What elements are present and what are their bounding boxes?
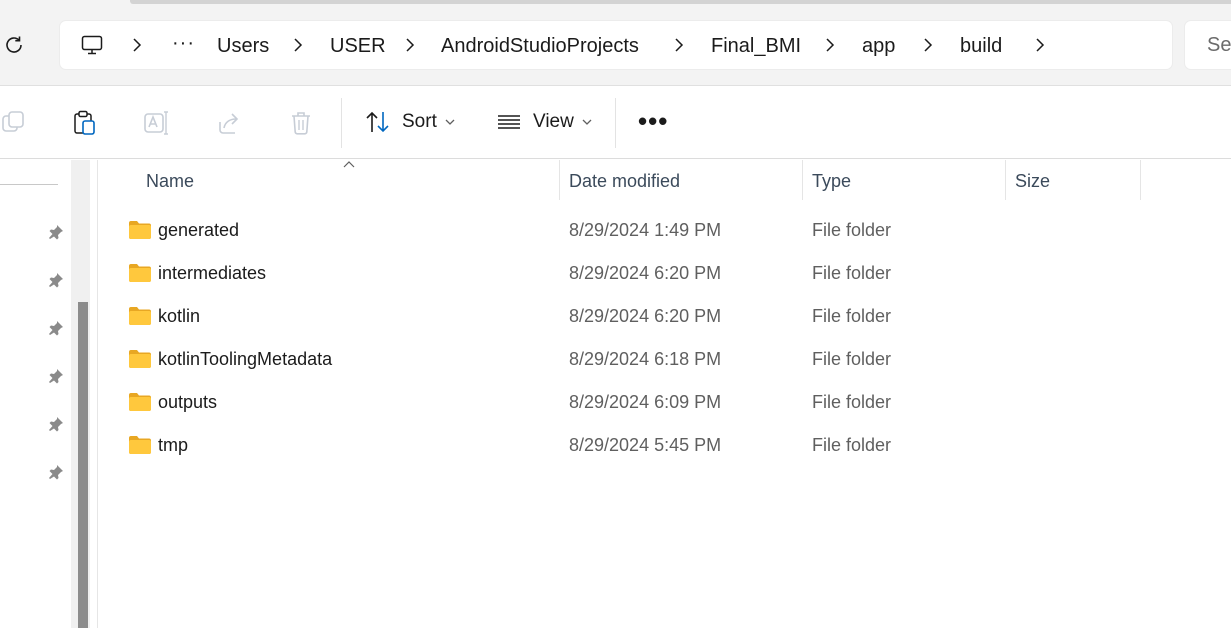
column-header-name[interactable]: Name xyxy=(146,171,194,192)
file-date: 8/29/2024 6:09 PM xyxy=(569,392,722,412)
folder-icon xyxy=(129,307,151,325)
breadcrumb-item-build[interactable]: build xyxy=(960,34,1002,58)
file-type: File folder xyxy=(812,220,892,240)
address-bar-area: ··· Users USER AndroidStudioProjects Fin… xyxy=(0,0,1231,86)
column-separator[interactable] xyxy=(802,160,803,200)
file-name: kotlinToolingMetadata xyxy=(158,349,333,369)
nav-scrollbar-thumb[interactable] xyxy=(78,302,88,628)
paste-icon[interactable] xyxy=(71,109,99,137)
toolbar-separator xyxy=(341,98,342,148)
file-row[interactable]: kotlinToolingMetadata 8/29/2024 6:18 PM … xyxy=(100,341,1231,384)
column-separator[interactable] xyxy=(559,160,560,200)
file-row[interactable]: generated 8/29/2024 1:49 PM File folder xyxy=(100,212,1231,255)
column-header-date-modified[interactable]: Date modified xyxy=(569,171,680,192)
chevron-down-icon xyxy=(445,119,455,125)
file-row[interactable]: intermediates 8/29/2024 6:20 PM File fol… xyxy=(100,255,1231,298)
toolbar-separator xyxy=(615,98,616,148)
breadcrumb-item-app[interactable]: app xyxy=(862,34,895,58)
pane-divider[interactable] xyxy=(97,160,98,628)
file-name: generated xyxy=(158,220,240,240)
pin-icon[interactable] xyxy=(48,416,64,432)
folder-icon xyxy=(129,264,151,282)
sort-ascending-icon xyxy=(343,161,355,168)
folder-icon xyxy=(129,350,151,368)
file-name: intermediates xyxy=(158,263,267,283)
folder-icon xyxy=(129,436,151,454)
sort-icon xyxy=(366,111,389,133)
more-options-button[interactable]: ••• xyxy=(638,108,668,134)
pin-icon[interactable] xyxy=(48,224,64,240)
chevron-right-icon[interactable] xyxy=(923,38,933,52)
pin-icon[interactable] xyxy=(48,368,64,384)
view-list-icon xyxy=(498,115,520,129)
breadcrumb-item-androidstudioprojects[interactable]: AndroidStudioProjects xyxy=(441,34,639,58)
breadcrumb-item-user[interactable]: USER xyxy=(330,34,386,58)
command-bar: Sort View ••• xyxy=(0,86,1231,158)
view-label: View xyxy=(533,111,574,132)
column-header-size[interactable]: Size xyxy=(1015,171,1050,192)
file-date: 8/29/2024 5:45 PM xyxy=(569,435,722,455)
chevron-right-icon[interactable] xyxy=(132,38,142,52)
file-name: kotlin xyxy=(158,306,201,326)
file-row[interactable]: tmp 8/29/2024 5:45 PM File folder xyxy=(100,427,1231,470)
refresh-icon[interactable] xyxy=(2,33,26,57)
trash-icon[interactable] xyxy=(287,109,315,137)
search-input[interactable]: Se xyxy=(1185,21,1231,69)
copy-icon[interactable] xyxy=(0,109,28,137)
search-placeholder: Se xyxy=(1207,34,1231,56)
file-row[interactable]: outputs 8/29/2024 6:09 PM File folder xyxy=(100,384,1231,427)
folder-icon xyxy=(129,221,151,239)
file-row[interactable]: kotlin 8/29/2024 6:20 PM File folder xyxy=(100,298,1231,341)
breadcrumb[interactable]: ··· Users USER AndroidStudioProjects Fin… xyxy=(60,21,1172,69)
chevron-right-icon[interactable] xyxy=(293,38,303,52)
column-separator[interactable] xyxy=(1140,160,1141,200)
pin-icon[interactable] xyxy=(48,320,64,336)
file-type: File folder xyxy=(812,263,892,283)
breadcrumb-item-users[interactable]: Users xyxy=(217,34,269,58)
column-header-type[interactable]: Type xyxy=(812,171,851,192)
sort-button[interactable]: Sort xyxy=(364,104,455,140)
view-button[interactable]: View xyxy=(495,104,592,140)
file-type: File folder xyxy=(812,306,892,326)
tab-strip-edge xyxy=(130,0,1231,4)
chevron-right-icon[interactable] xyxy=(1035,38,1045,52)
breadcrumb-overflow[interactable]: ··· xyxy=(172,33,195,53)
file-type: File folder xyxy=(812,392,892,412)
rename-icon[interactable] xyxy=(142,109,170,137)
file-type: File folder xyxy=(812,435,892,455)
file-name: tmp xyxy=(158,435,189,455)
breadcrumb-item-final-bmi[interactable]: Final_BMI xyxy=(711,34,801,58)
column-separator[interactable] xyxy=(1005,160,1006,200)
pin-icon[interactable] xyxy=(48,272,64,288)
chevron-right-icon[interactable] xyxy=(825,38,835,52)
pin-icon[interactable] xyxy=(48,464,64,480)
chevron-down-icon xyxy=(582,119,592,125)
nav-divider xyxy=(0,184,58,185)
file-name: outputs xyxy=(158,392,218,412)
file-date: 8/29/2024 6:18 PM xyxy=(569,349,722,369)
file-date: 8/29/2024 6:20 PM xyxy=(569,306,722,326)
chevron-right-icon[interactable] xyxy=(674,38,684,52)
file-date: 8/29/2024 6:20 PM xyxy=(569,263,722,283)
file-type: File folder xyxy=(812,349,892,369)
file-date: 8/29/2024 1:49 PM xyxy=(569,220,722,240)
monitor-icon[interactable] xyxy=(80,33,104,57)
share-icon[interactable] xyxy=(215,109,243,137)
chevron-right-icon[interactable] xyxy=(405,38,415,52)
sort-label: Sort xyxy=(402,111,437,132)
divider xyxy=(0,158,1231,159)
folder-icon xyxy=(129,393,151,411)
